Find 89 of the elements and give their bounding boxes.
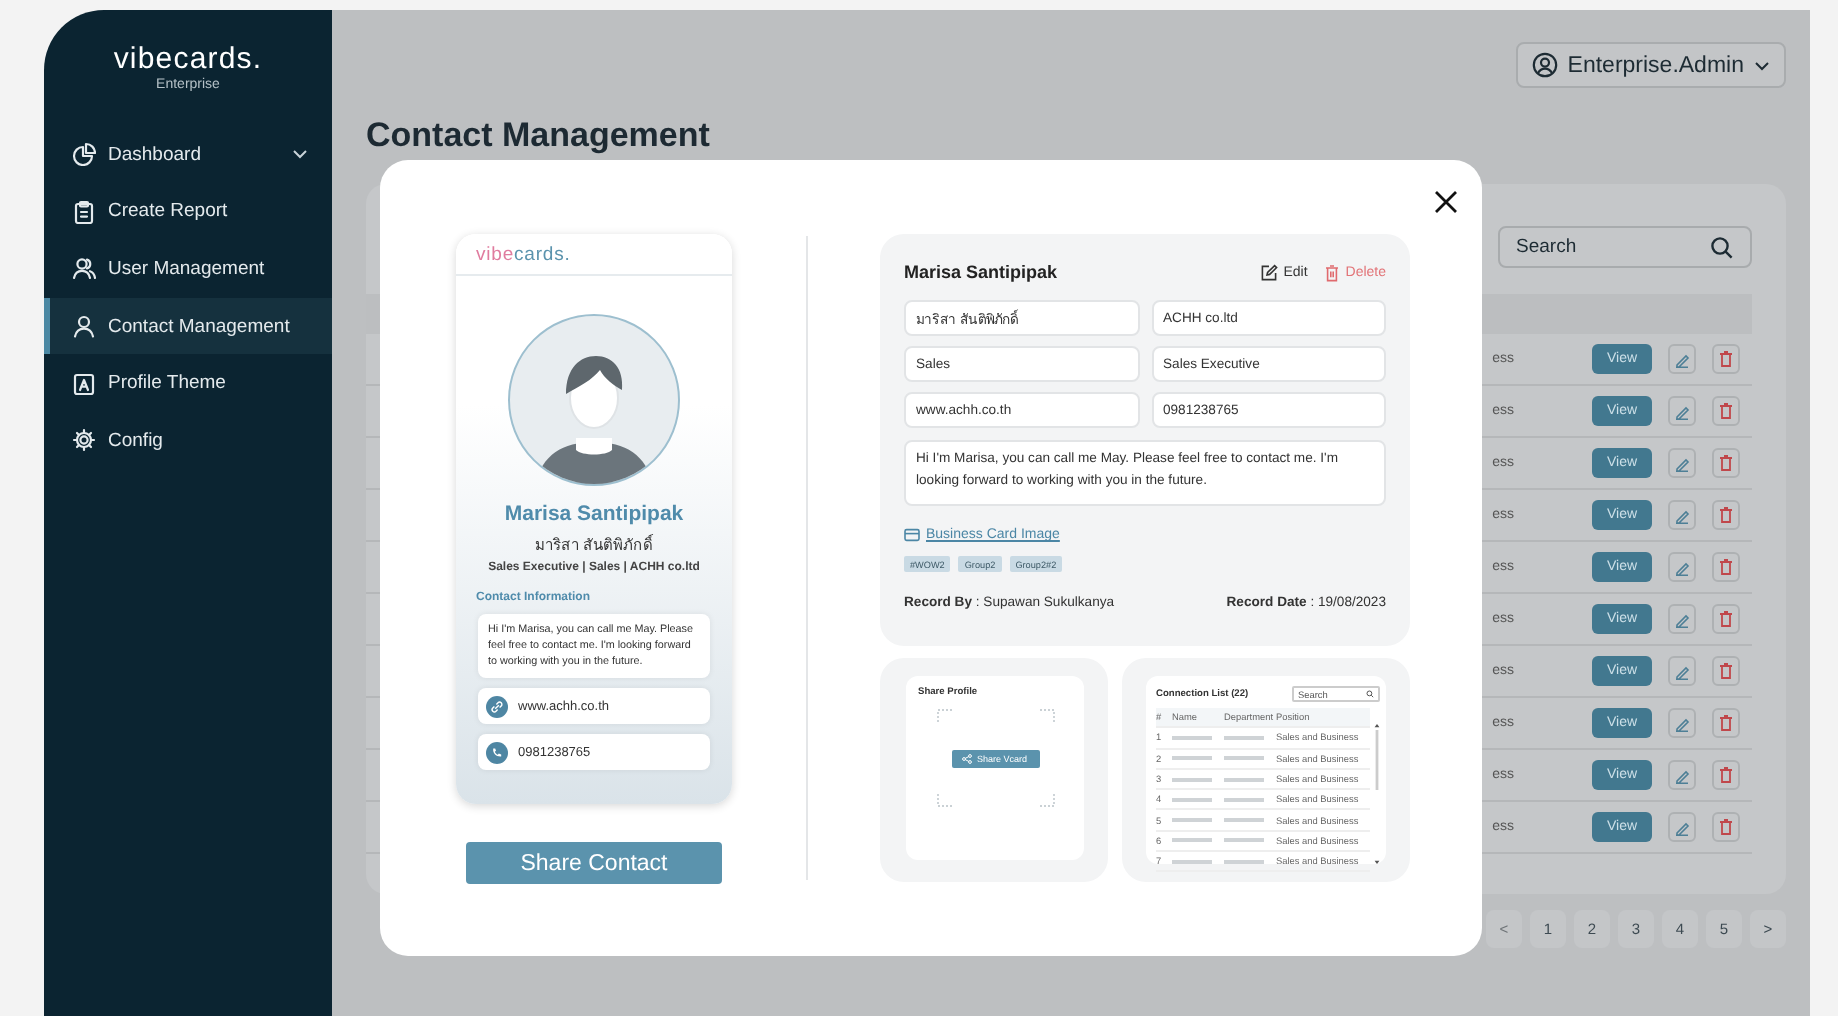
share-contact-button[interactable]: Share Contact	[466, 842, 722, 884]
blurred-text	[1172, 818, 1212, 823]
pencil-icon	[1674, 351, 1690, 367]
delete-button[interactable]	[1712, 708, 1740, 738]
sidebar-item[interactable]: Dashboard	[44, 126, 332, 184]
search-field[interactable]: Search	[1498, 226, 1752, 268]
pencil-icon	[1674, 559, 1690, 575]
phone-icon	[486, 741, 508, 764]
edit-button[interactable]	[1668, 760, 1696, 790]
trash-icon	[1718, 714, 1734, 732]
edit-button[interactable]	[1668, 656, 1696, 686]
blurred-text	[1224, 756, 1264, 761]
user-icon	[72, 314, 96, 339]
sidebar-item[interactable]: Create Report	[44, 183, 332, 241]
blurred-text	[1224, 797, 1264, 802]
pencil-icon	[1674, 715, 1690, 731]
delete-button[interactable]	[1712, 396, 1740, 426]
sidebar-item[interactable]: Contact Management	[44, 297, 332, 355]
pencil-icon	[1674, 507, 1690, 523]
search-icon	[1366, 690, 1374, 698]
avatar-icon	[508, 314, 680, 486]
pencil-icon	[1674, 455, 1690, 471]
users-icon	[72, 256, 96, 281]
blurred-text	[1172, 756, 1212, 761]
gear-icon	[72, 428, 96, 453]
search-icon	[1710, 235, 1734, 259]
scrollbar-icon	[1374, 724, 1380, 864]
chevron-down-icon	[292, 148, 308, 161]
trash-icon	[1718, 506, 1734, 524]
user-circle-icon	[1531, 52, 1558, 78]
card-icon	[904, 528, 920, 542]
pencil-icon	[1674, 663, 1690, 679]
edit-button[interactable]	[1668, 396, 1696, 426]
blurred-text	[1224, 838, 1264, 843]
edit-button[interactable]	[1668, 552, 1696, 582]
logo: vibecards.	[111, 42, 265, 76]
contact-name: Marisa Santipipak	[904, 262, 1058, 282]
trash-icon	[1718, 662, 1734, 680]
profile-name: Marisa Santipipak	[504, 502, 684, 526]
blurred-text	[1172, 735, 1212, 740]
chevron-down-icon	[1754, 59, 1770, 71]
edit-button[interactable]	[1668, 500, 1696, 530]
clipboard-icon	[72, 199, 96, 224]
blurred-text	[1224, 735, 1264, 740]
blurred-text	[1172, 777, 1212, 782]
share-icon	[962, 753, 973, 763]
delete-button[interactable]	[1712, 448, 1740, 478]
delete-button[interactable]	[1712, 552, 1740, 582]
user-menu-button[interactable]: Enterprise.Admin	[1515, 42, 1786, 88]
edit-button[interactable]	[1668, 344, 1696, 374]
trash-icon	[1718, 454, 1734, 472]
blurred-text	[1172, 859, 1212, 864]
link-icon	[486, 695, 508, 718]
pencil-icon	[1674, 611, 1690, 627]
page-title: Contact Management	[366, 116, 712, 156]
trash-icon	[1718, 818, 1734, 836]
qr-frame-drawing	[935, 708, 1055, 808]
delete-button[interactable]	[1712, 656, 1740, 686]
trash-icon	[1718, 610, 1734, 628]
delete-button[interactable]	[1712, 500, 1740, 530]
blurred-text	[1224, 859, 1264, 864]
edit-button[interactable]	[1668, 448, 1696, 478]
trash-icon	[1718, 766, 1734, 784]
sidebar-item[interactable]: Profile Theme	[44, 354, 332, 412]
sidebar-item[interactable]: Config	[44, 411, 332, 470]
id-card-icon	[72, 371, 96, 396]
delete-button[interactable]	[1712, 812, 1740, 842]
sidebar-item[interactable]: User Management	[44, 240, 332, 298]
pencil-icon	[1674, 819, 1690, 835]
delete-button[interactable]	[1712, 760, 1740, 790]
edit-button[interactable]	[1668, 604, 1696, 634]
pie-chart-icon	[72, 142, 96, 167]
blurred-text	[1172, 838, 1212, 843]
edit-button[interactable]	[1668, 708, 1696, 738]
edit-button[interactable]	[1668, 812, 1696, 842]
trash-icon	[1718, 402, 1734, 420]
blurred-text	[1172, 797, 1212, 802]
blurred-text	[1224, 777, 1264, 782]
pencil-icon	[1674, 403, 1690, 419]
delete-button[interactable]	[1712, 604, 1740, 634]
edit-icon	[1259, 263, 1278, 281]
blurred-text	[1224, 818, 1264, 823]
delete-button[interactable]	[1712, 344, 1740, 374]
trash-icon	[1323, 263, 1340, 281]
logo: vibecards.	[476, 243, 571, 265]
pencil-icon	[1674, 767, 1690, 783]
close-icon[interactable]	[1434, 190, 1458, 214]
trash-icon	[1718, 350, 1734, 368]
trash-icon	[1718, 558, 1734, 576]
